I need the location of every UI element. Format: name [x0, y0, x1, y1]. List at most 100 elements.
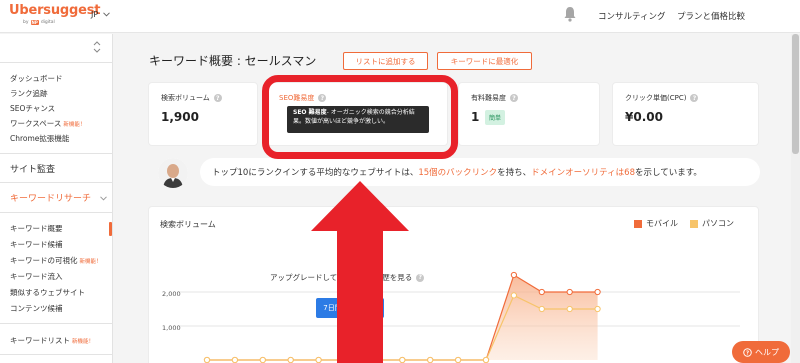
logo-byline: by NP digital	[23, 20, 100, 25]
metric-label: 検索ボリューム?	[161, 93, 222, 103]
metric-card-cpc: クリック単価(CPC)? ¥0.00	[613, 83, 758, 145]
person-icon	[158, 158, 188, 188]
metric-card-search-volume: 検索ボリューム? 1,900	[149, 83, 257, 145]
sidebar-item-similar-websites[interactable]: 類似するウェブサイト	[10, 287, 85, 298]
data-point[interactable]	[510, 271, 517, 279]
help-icon[interactable]: ?	[510, 94, 518, 102]
sidebar-item-label: キーワード候補	[10, 240, 63, 249]
optimize-keyword-button[interactable]: キーワードに最適化	[437, 52, 532, 70]
up-arrow-icon	[311, 181, 409, 363]
metric-card-paid-difficulty: 有料難易度? 1	[459, 83, 599, 145]
collapse-toggle-icon[interactable]	[92, 40, 102, 54]
ranking-info-text: トップ10にランクインする平均的なウェブサイトは、15個のバックリンクを持ち、ド…	[212, 166, 702, 178]
backlinks-link: 15個のバックリンク	[418, 168, 498, 178]
sidebar-item-label: キーワードの可視化	[10, 256, 78, 265]
nav-consulting[interactable]: コンサルティング	[598, 10, 666, 22]
y-tick-label: 1,000	[162, 324, 181, 332]
data-point[interactable]	[287, 356, 294, 363]
sidebar-section-site-audit[interactable]: サイト監査	[10, 162, 55, 175]
legend-pc[interactable]: パソコン	[690, 218, 734, 229]
search-volume-chart	[180, 271, 740, 363]
new-badge: 新機能！	[72, 339, 95, 345]
language-selector[interactable]: JP	[91, 10, 111, 19]
metric-label: クリック単価(CPC)?	[625, 93, 699, 103]
sidebar-item-label: ランク追跡	[10, 89, 48, 98]
logo-text: Ubersuggest	[9, 3, 101, 18]
metric-value: 1	[471, 110, 480, 124]
language-label: JP	[91, 10, 99, 19]
data-point[interactable]	[231, 356, 238, 363]
metric-label: 有料難易度?	[471, 93, 518, 103]
help-icon[interactable]: ?	[690, 94, 699, 102]
data-point[interactable]	[594, 288, 601, 296]
metric-value: 1,900	[161, 110, 199, 124]
ubersuggest-logo[interactable]: Ubersuggest by NP digital	[9, 4, 100, 25]
sidebar-item-label: SEOチャンス	[10, 104, 56, 113]
legend-label: モバイル	[646, 219, 678, 228]
sidebar-item-content-ideas[interactable]: コンテンツ候補	[10, 303, 63, 314]
highlight-box	[262, 75, 458, 159]
domain-authority-link: ドメインオーソリティは68	[531, 168, 635, 178]
chevron-down-icon	[100, 196, 107, 201]
data-point[interactable]	[427, 356, 434, 363]
add-to-list-label: リストに追加する	[355, 56, 416, 66]
help-button[interactable]: ? ヘルプ	[732, 341, 790, 363]
sidebar-item-workspace[interactable]: ワークスペース 新機能！	[10, 118, 85, 129]
sidebar-divider	[0, 182, 113, 183]
page-title: キーワード概要 : セールスマン	[149, 54, 317, 68]
metric-label-text: 検索ボリューム	[161, 94, 210, 102]
data-point[interactable]	[566, 288, 573, 296]
y-tick-label: 2,000	[162, 290, 181, 298]
sidebar-item-keyword-ideas[interactable]: キーワード候補	[10, 239, 63, 250]
scrollbar-thumb[interactable]	[792, 34, 799, 154]
sidebar-item-keyword-overview[interactable]: キーワード概要	[10, 223, 63, 234]
legend-swatch	[634, 219, 642, 228]
sidebar-item-label: キーワード流入	[10, 272, 63, 281]
svg-text:?: ?	[746, 350, 749, 356]
data-point[interactable]	[482, 356, 490, 363]
metric-value: ¥0.00	[625, 110, 663, 124]
info-text-post: を示しています。	[634, 168, 702, 178]
info-text-mid: を持ち、	[497, 168, 532, 178]
help-icon[interactable]: ?	[416, 273, 425, 282]
metric-label-text: クリック単価(CPC)	[625, 94, 687, 102]
sidebar-item-label: ワークスペース	[10, 119, 62, 128]
sidebar-item-chrome-extension[interactable]: Chrome拡張機能	[10, 133, 69, 144]
sidebar-section-keyword-research[interactable]: キーワードリサーチ	[10, 191, 91, 204]
sidebar-item-seo-opportunity[interactable]: SEOチャンス	[10, 103, 55, 114]
data-point[interactable]	[259, 356, 266, 363]
difficulty-badge: 簡単	[485, 110, 506, 125]
help-icon[interactable]: ?	[213, 94, 222, 102]
sidebar-divider	[0, 212, 113, 213]
sidebar-item-keyword-visualization[interactable]: キーワードの可視化 新機能！	[10, 255, 102, 266]
data-point[interactable]	[538, 288, 545, 296]
bell-icon[interactable]	[563, 6, 577, 22]
data-point[interactable]	[510, 292, 517, 299]
sidebar-divider	[0, 323, 113, 324]
sidebar-item-dashboard[interactable]: ダッシュボード	[10, 73, 63, 84]
sidebar-item-keyword-list[interactable]: キーワードリスト 新機能！	[10, 335, 94, 346]
new-badge: 新機能！	[79, 259, 102, 265]
legend-swatch	[690, 219, 698, 228]
sidebar-item-label: ダッシュボード	[10, 74, 63, 83]
np-logo: NP	[30, 20, 39, 25]
legend-label: パソコン	[702, 219, 734, 228]
data-point[interactable]	[455, 356, 462, 363]
nav-plans-pricing[interactable]: プランと価格比較	[677, 10, 745, 22]
metric-label-text: 有料難易度	[471, 94, 506, 102]
data-point[interactable]	[594, 305, 601, 313]
sidebar-item-keyword-traffic[interactable]: キーワード流入	[10, 271, 63, 282]
sidebar-divider	[0, 62, 113, 63]
sidebar-item-label: コンテンツ候補	[10, 304, 63, 313]
logo-brand-suffix: digital	[40, 20, 55, 25]
chevron-down-icon	[103, 12, 111, 17]
help-circle-icon: ?	[743, 347, 752, 357]
add-to-list-button[interactable]: リストに追加する	[343, 52, 428, 70]
legend-mobile[interactable]: モバイル	[634, 218, 678, 229]
sidebar-divider	[0, 153, 113, 154]
data-point[interactable]	[538, 305, 545, 313]
sidebar-item-rank-tracking[interactable]: ランク追跡	[10, 88, 48, 99]
data-point[interactable]	[203, 356, 211, 363]
help-button-label: ヘルプ	[755, 347, 779, 357]
data-point[interactable]	[566, 305, 573, 313]
